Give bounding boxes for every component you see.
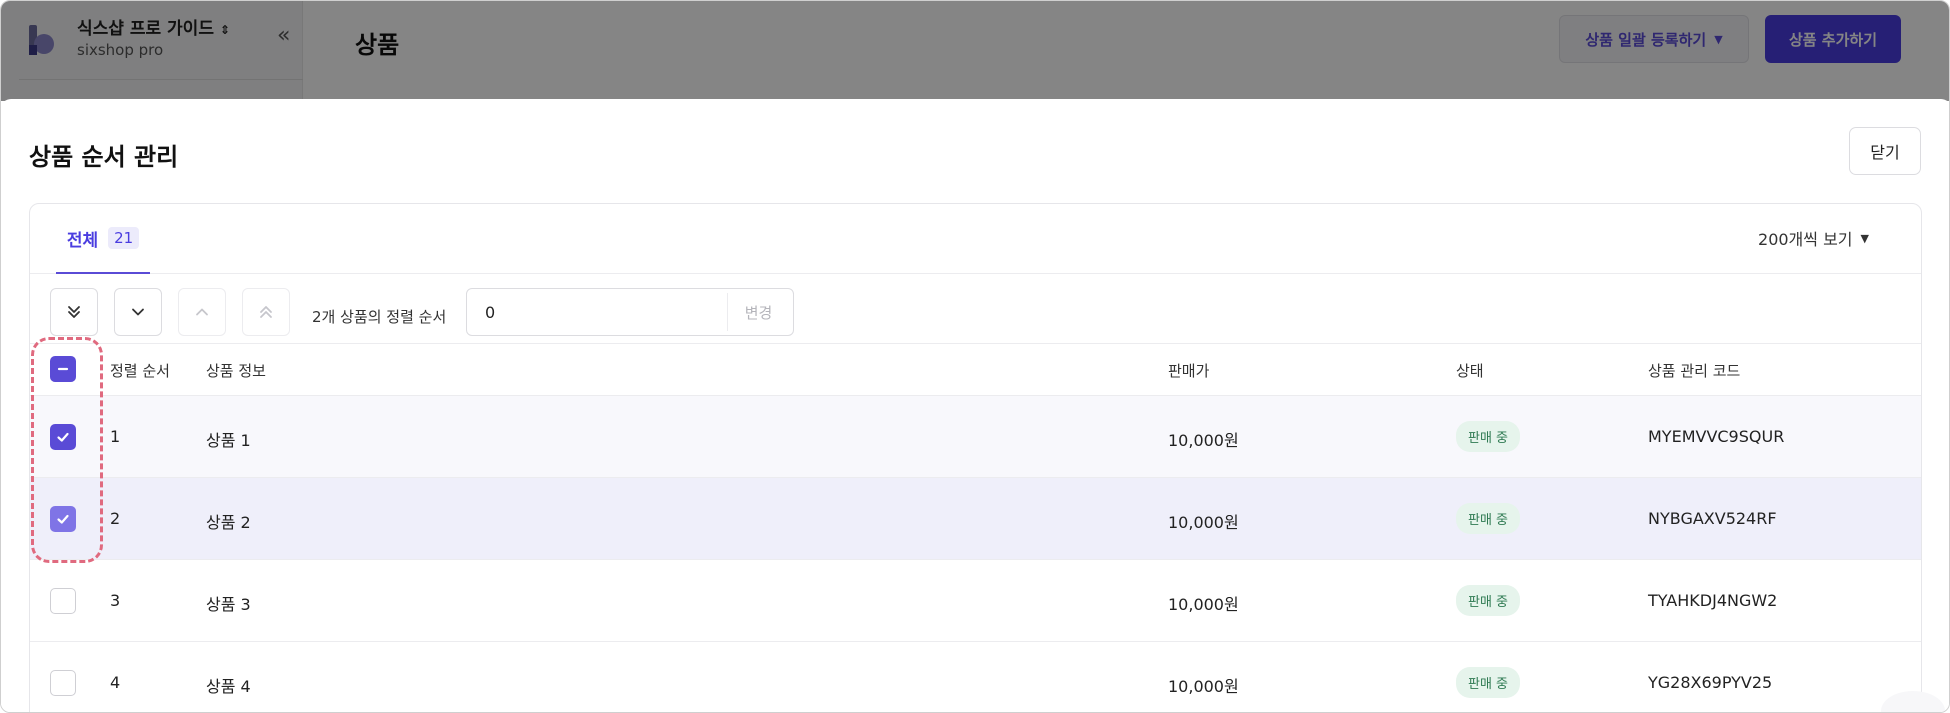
sort-order-modal: 상품 순서 관리 닫기 전체 21 200개씩 보기 ▼ 2개 상품의 정렬 순…: [1, 99, 1949, 712]
minus-icon: [57, 367, 69, 371]
row-checkbox[interactable]: [50, 670, 76, 696]
double-chevron-up-icon: [260, 306, 272, 318]
row-checkbox[interactable]: [50, 424, 76, 450]
caret-down-icon: ▼: [1860, 231, 1869, 245]
table-header: 정렬 순서 상품 정보 판매가 상태 상품 관리 코드: [30, 344, 1921, 396]
row-price: 10,000원: [1168, 513, 1239, 532]
header-status: 상태: [1456, 362, 1484, 380]
row-name: 상품 1: [206, 431, 251, 450]
header-order: 정렬 순서: [110, 362, 170, 380]
move-to-bottom-button[interactable]: [50, 288, 98, 336]
close-button[interactable]: 닫기: [1849, 127, 1921, 175]
row-code: MYEMVVC9SQUR: [1648, 427, 1785, 446]
row-name: 상품 2: [206, 513, 251, 532]
tab-bar: 전체 21 200개씩 보기 ▼: [30, 204, 1921, 274]
product-table-card: 전체 21 200개씩 보기 ▼ 2개 상품의 정렬 순서 0 변경 정렬 순서…: [29, 203, 1922, 712]
table-row[interactable]: 4 상품 4 10,000원 판매 중 YG28X69PYV25: [30, 642, 1921, 712]
tab-all[interactable]: 전체 21: [56, 204, 150, 274]
row-checkbox[interactable]: [50, 506, 76, 532]
sort-order-field: 변경: [466, 288, 794, 336]
modal-backdrop[interactable]: [1, 1, 1949, 101]
app-window: 식스샵 프로 가이드 ⇕ sixshop pro « 상품 상품 일괄 등록하기 …: [0, 0, 1950, 713]
row-code: TYAHKDJ4NGW2: [1648, 591, 1778, 610]
status-badge: 판매 중: [1456, 585, 1521, 616]
per-page-select[interactable]: 200개씩 보기 ▼: [1758, 226, 1869, 250]
header-code: 상품 관리 코드: [1648, 362, 1741, 380]
status-badge: 판매 중: [1456, 421, 1521, 452]
row-order: 4: [110, 673, 121, 692]
check-icon: [57, 432, 69, 442]
move-to-top-button[interactable]: [242, 288, 290, 336]
double-chevron-down-icon: [68, 306, 80, 318]
modal-title: 상품 순서 관리: [29, 143, 179, 171]
header-info: 상품 정보: [206, 362, 266, 380]
row-code: NYBGAXV524RF: [1648, 509, 1777, 528]
selection-sort-label: 2개 상품의 정렬 순서: [312, 308, 447, 326]
table-row[interactable]: 1 상품 1 10,000원 판매 중 MYEMVVC9SQUR: [30, 396, 1921, 478]
row-order: 3: [110, 591, 121, 610]
row-code: YG28X69PYV25: [1648, 673, 1773, 692]
row-checkbox[interactable]: [50, 588, 76, 614]
move-up-button[interactable]: [178, 288, 226, 336]
apply-sort-button[interactable]: 변경: [727, 293, 789, 331]
tab-all-count: 21: [108, 227, 140, 249]
header-price: 판매가: [1168, 362, 1210, 380]
status-badge: 판매 중: [1456, 503, 1521, 534]
tab-all-label: 전체: [66, 230, 99, 251]
table-row[interactable]: 3 상품 3 10,000원 판매 중 TYAHKDJ4NGW2: [30, 560, 1921, 642]
move-down-button[interactable]: [114, 288, 162, 336]
row-order: 1: [110, 427, 121, 446]
sort-toolbar: 2개 상품의 정렬 순서 변경: [30, 274, 1921, 344]
status-badge: 판매 중: [1456, 667, 1521, 698]
table-row[interactable]: 2 상품 2 10,000원 판매 중 NYBGAXV524RF: [30, 478, 1921, 560]
select-all-checkbox[interactable]: [50, 356, 76, 382]
row-order: 2: [110, 509, 121, 528]
chevron-up-icon: [196, 308, 208, 316]
row-price: 10,000원: [1168, 431, 1239, 450]
sort-order-input[interactable]: [485, 303, 705, 322]
row-name: 상품 4: [206, 677, 251, 696]
row-price: 10,000원: [1168, 677, 1239, 696]
row-name: 상품 3: [206, 595, 251, 614]
check-icon: [57, 514, 69, 524]
row-price: 10,000원: [1168, 595, 1239, 614]
chevron-down-icon: [132, 308, 144, 316]
